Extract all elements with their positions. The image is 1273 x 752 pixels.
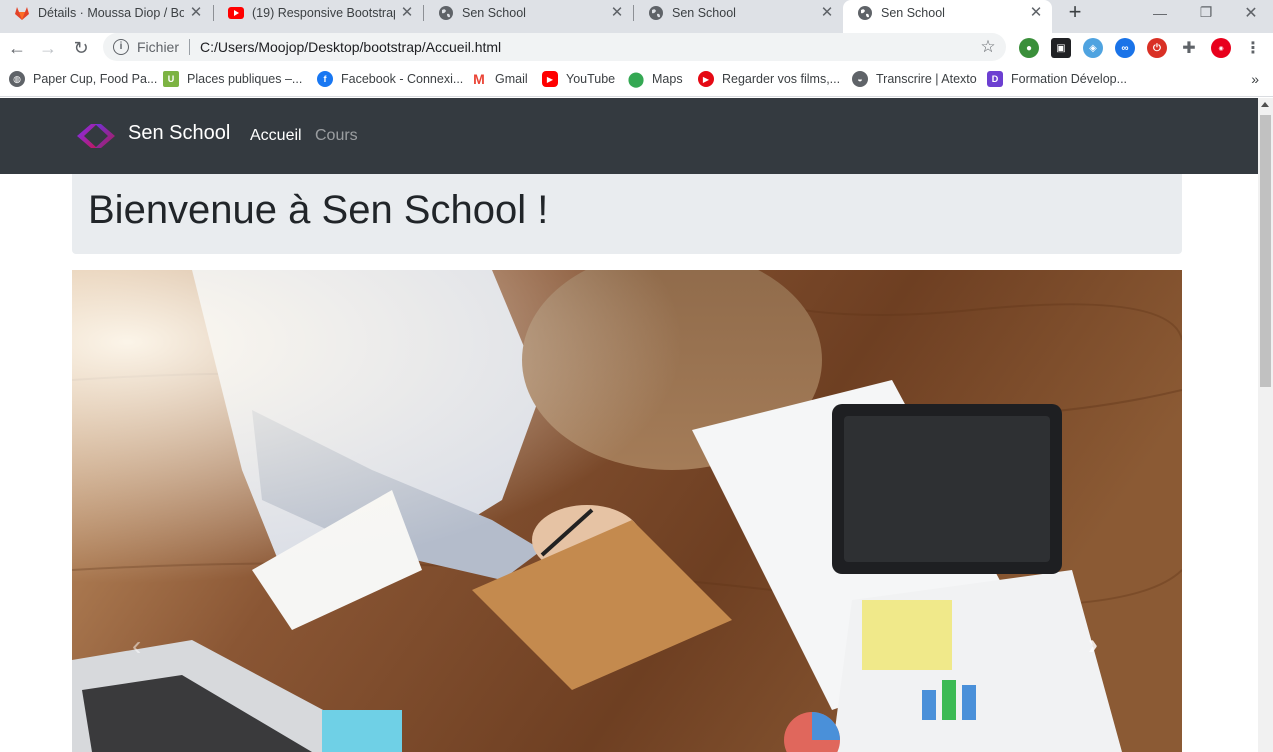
brand-logo-icon[interactable] bbox=[75, 122, 121, 150]
extensions-puzzle-icon[interactable]: ✚ bbox=[1179, 38, 1199, 58]
bookmark-item[interactable]: f Facebook - Connexi... bbox=[317, 70, 463, 88]
bookmark-item[interactable]: ◍ Paper Cup, Food Pa... bbox=[9, 70, 157, 88]
globe-icon: ◍ bbox=[9, 71, 25, 87]
nav-link-cours[interactable]: Cours bbox=[315, 127, 358, 145]
back-icon[interactable]: ← bbox=[5, 36, 29, 60]
formation-icon: D bbox=[987, 71, 1003, 87]
bookmark-label: Gmail bbox=[495, 72, 528, 86]
tab-title: Sen School bbox=[672, 5, 736, 20]
extension-cube-icon[interactable]: ▣ bbox=[1051, 38, 1071, 58]
bookmark-item[interactable]: ⬤ Maps bbox=[628, 70, 683, 88]
close-icon[interactable]: ✕ bbox=[399, 4, 415, 21]
bookmark-label: Regarder vos films,... bbox=[722, 72, 841, 86]
bookmark-item[interactable]: ◒ Transcrire | Atexto bbox=[852, 70, 977, 88]
facebook-icon: f bbox=[317, 71, 333, 87]
youtube-icon bbox=[228, 5, 244, 21]
extension-diamond-icon[interactable]: ◈ bbox=[1083, 38, 1103, 58]
tab-strip: Détails · Moussa Diop / Boo ✕ (19) Respo… bbox=[0, 0, 1273, 33]
bookmark-label: Maps bbox=[652, 72, 683, 86]
browser-toolbar: ← → ↻ i Fichier C:/Users/Moojop/Desktop/… bbox=[0, 33, 1273, 63]
menu-kebab-icon[interactable]: ⋮ bbox=[1243, 38, 1263, 58]
bookmark-item[interactable]: D Formation Dévelop... bbox=[987, 70, 1127, 88]
site-navbar: Sen School Accueil Cours bbox=[0, 98, 1258, 174]
extension-earth-icon[interactable]: ● bbox=[1019, 38, 1039, 58]
close-icon[interactable]: ✕ bbox=[1028, 4, 1044, 21]
tab-youtube[interactable]: (19) Responsive Bootstrap W ✕ bbox=[214, 0, 423, 25]
scrollbar-thumb[interactable] bbox=[1260, 115, 1271, 387]
globe-icon bbox=[648, 5, 664, 21]
nav-link-accueil[interactable]: Accueil bbox=[250, 127, 302, 145]
close-icon[interactable]: ✕ bbox=[609, 4, 625, 21]
youtube-icon: ▶ bbox=[542, 71, 558, 87]
bookmark-label: Places publiques –... bbox=[187, 72, 303, 86]
bookmark-label: Facebook - Connexi... bbox=[341, 72, 464, 86]
page-scrollbar[interactable] bbox=[1258, 98, 1273, 752]
bookmarks-bar: ◍ Paper Cup, Food Pa... U Places publiqu… bbox=[0, 63, 1273, 97]
globe-icon bbox=[857, 5, 873, 21]
gitlab-icon bbox=[14, 5, 30, 21]
minimize-icon[interactable]: — bbox=[1137, 0, 1183, 25]
tab-sen-school-1[interactable]: Sen School ✕ bbox=[424, 0, 633, 25]
brand-name[interactable]: Sen School bbox=[128, 122, 230, 145]
security-label: Fichier bbox=[137, 39, 180, 55]
bookmarks-overflow-button[interactable]: » bbox=[1251, 71, 1259, 87]
bookmark-green-icon: U bbox=[163, 71, 179, 87]
gmail-icon: M bbox=[473, 71, 485, 87]
url-text[interactable]: C:/Users/Moojop/Desktop/bootstrap/Accuei… bbox=[200, 39, 978, 55]
maps-icon: ⬤ bbox=[627, 71, 645, 88]
omnibox-divider bbox=[189, 39, 191, 55]
jumbotron: Bienvenue à Sen School ! bbox=[72, 174, 1182, 254]
forward-icon[interactable]: → bbox=[36, 36, 60, 60]
extension-power-icon[interactable]: ⏻ bbox=[1147, 38, 1167, 58]
page-title: Bienvenue à Sen School ! bbox=[88, 188, 549, 232]
bookmark-label: Paper Cup, Food Pa... bbox=[33, 72, 158, 86]
tab-sen-school-active[interactable]: Sen School ✕ bbox=[843, 0, 1052, 33]
bookmark-label: Transcrire | Atexto bbox=[876, 72, 977, 86]
carousel-prev-icon[interactable]: ‹ bbox=[132, 630, 141, 662]
page-viewport: Sen School Accueil Cours Bienvenue à Sen… bbox=[0, 98, 1258, 752]
bookmark-item[interactable]: ▶ Regarder vos films,... bbox=[698, 70, 840, 88]
close-icon[interactable]: ✕ bbox=[819, 4, 835, 21]
extension-infinity-icon[interactable]: ∞ bbox=[1115, 38, 1135, 58]
atexto-icon: ◒ bbox=[852, 71, 868, 87]
close-icon[interactable]: ✕ bbox=[188, 4, 204, 21]
window-close-icon[interactable]: ✕ bbox=[1228, 0, 1273, 25]
tab-title: Sen School bbox=[881, 5, 945, 20]
profile-avatar-icon[interactable]: ◉ bbox=[1211, 38, 1231, 58]
tab-gitlab[interactable]: Détails · Moussa Diop / Boo ✕ bbox=[0, 0, 212, 25]
tab-title: Détails · Moussa Diop / Boo bbox=[38, 5, 184, 20]
tab-title: (19) Responsive Bootstrap W bbox=[252, 5, 395, 20]
tab-title: Sen School bbox=[462, 5, 526, 20]
carousel-photo bbox=[72, 270, 1182, 752]
scroll-up-arrow-icon[interactable] bbox=[1261, 102, 1269, 107]
bookmark-label: Formation Dévelop... bbox=[1011, 72, 1128, 86]
image-carousel: ‹ › bbox=[72, 270, 1182, 752]
address-bar[interactable]: i Fichier C:/Users/Moojop/Desktop/bootst… bbox=[103, 33, 1006, 61]
bookmark-label: YouTube bbox=[566, 72, 616, 86]
tab-sen-school-2[interactable]: Sen School ✕ bbox=[634, 0, 843, 25]
bookmark-item[interactable]: U Places publiques –... bbox=[163, 70, 302, 88]
bookmark-item[interactable]: M Gmail bbox=[471, 70, 528, 88]
globe-icon bbox=[438, 5, 454, 21]
reload-icon[interactable]: ↻ bbox=[69, 36, 93, 60]
restore-icon[interactable]: ❐ bbox=[1183, 0, 1229, 25]
info-icon[interactable]: i bbox=[113, 39, 129, 55]
bookmark-star-icon[interactable]: ☆ bbox=[978, 37, 998, 57]
play-icon: ▶ bbox=[698, 71, 714, 87]
bookmark-item[interactable]: ▶ YouTube bbox=[542, 70, 615, 88]
carousel-next-icon[interactable]: › bbox=[1088, 628, 1098, 662]
new-tab-button[interactable]: + bbox=[1064, 1, 1086, 24]
